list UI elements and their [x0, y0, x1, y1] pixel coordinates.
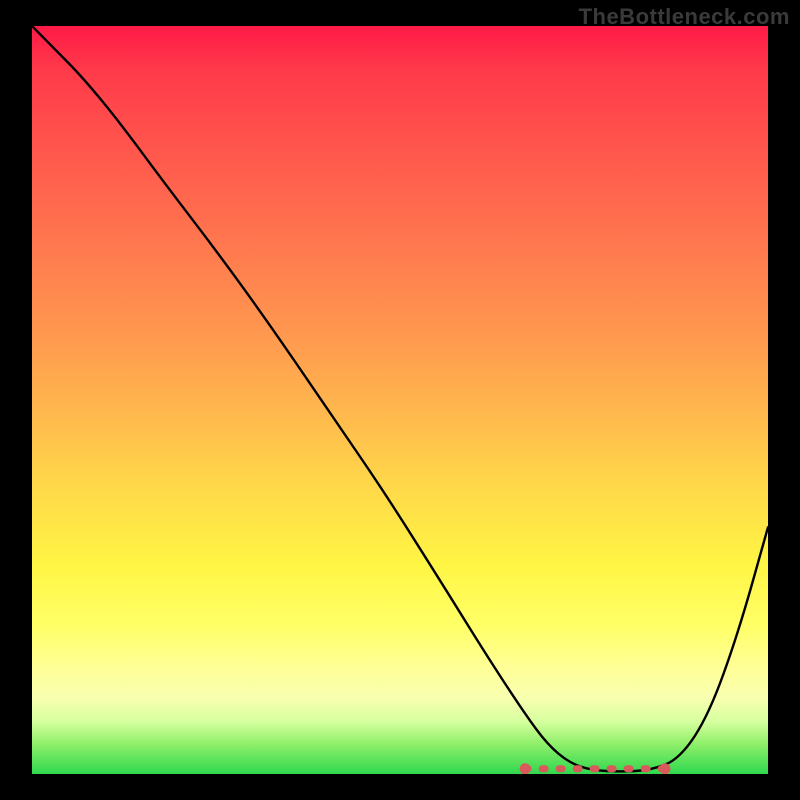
- optimal-range-end-dot: [659, 763, 670, 774]
- chart-overlay-svg: [32, 26, 768, 774]
- chart-frame: TheBottleneck.com: [0, 0, 800, 800]
- watermark-text: TheBottleneck.com: [579, 4, 790, 30]
- bottleneck-curve: [32, 26, 768, 771]
- optimal-range-marker: [520, 763, 671, 774]
- optimal-range-start-dot: [520, 763, 531, 774]
